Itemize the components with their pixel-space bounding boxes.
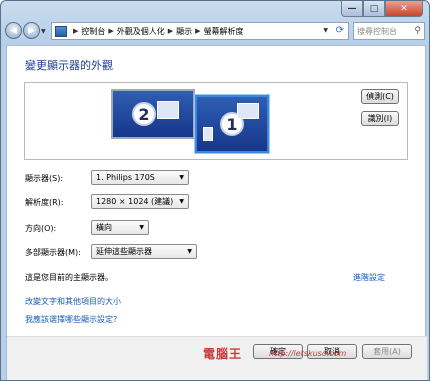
minimize-button[interactable]: — <box>341 1 363 17</box>
forward-arrow-icon[interactable]: ▶ <box>23 22 40 39</box>
search-placeholder: 搜尋控制台 <box>357 26 397 36</box>
search-input[interactable]: 搜尋控制台 ⚲ <box>353 22 425 40</box>
window-thumbnail <box>203 127 213 141</box>
window: — □ ✕ ◀ ▶ ▼ ▶ 控制台 ▶ 外觀及個人化 ▶ 顯示 ▶ 螢幕解析度 … <box>0 0 430 381</box>
chevron-right-icon: ▶ <box>195 27 201 35</box>
recent-pages-dropdown-icon[interactable]: ▼ <box>41 28 46 35</box>
chevron-down-icon: ▼ <box>179 174 184 181</box>
multi-display-select[interactable]: 延伸這些顯示器 ▼ <box>91 244 197 259</box>
resolution-label: 解析度(R): <box>25 198 64 207</box>
monitor-number: 2 <box>132 102 156 126</box>
navigation-bar: ◀ ▶ ▼ ▶ 控制台 ▶ 外觀及個人化 ▶ 顯示 ▶ 螢幕解析度 ▼ ⟳ 搜尋… <box>1 19 429 43</box>
display-select[interactable]: 1. Philips 170S ▼ <box>91 170 189 185</box>
multi-display-label: 多部顯示器(M): <box>25 248 81 257</box>
search-icon[interactable]: ⚲ <box>414 26 421 36</box>
page-title: 變更顯示器的外觀 <box>25 59 113 72</box>
monitor-2[interactable]: 2 <box>111 89 195 139</box>
text-size-link[interactable]: 改變文字和其他項目的大小 <box>25 296 121 307</box>
caption-buttons: — □ ✕ <box>341 1 423 17</box>
chevron-right-icon: ▶ <box>108 27 114 35</box>
monitor-1[interactable]: 1 <box>195 95 269 153</box>
orientation-select[interactable]: 橫向 ▼ <box>91 220 149 235</box>
detect-button[interactable]: 偵測(C) <box>361 89 399 104</box>
display-value: 1. Philips 170S <box>96 173 155 182</box>
address-dropdown-icon[interactable]: ▼ <box>323 27 328 34</box>
advanced-settings-link[interactable]: 進階設定 <box>353 272 385 283</box>
control-panel-icon <box>55 25 67 37</box>
main-content: 變更顯示器的外觀 2 1 偵測(C) 識別(I) 顯示器(S): 1. Phil… <box>6 45 427 380</box>
apply-button[interactable]: 套用(A) <box>362 344 412 359</box>
breadcrumb-item[interactable]: 外觀及個人化 <box>117 26 165 37</box>
back-arrow-icon[interactable]: ◀ <box>5 22 22 39</box>
address-bar[interactable]: ▶ 控制台 ▶ 外觀及個人化 ▶ 顯示 ▶ 螢幕解析度 ▼ ⟳ <box>51 22 349 40</box>
close-button[interactable]: ✕ <box>385 1 423 17</box>
multi-display-value: 延伸這些顯示器 <box>96 247 152 256</box>
refresh-icon[interactable]: ⟳ <box>336 25 344 36</box>
chevron-right-icon: ▶ <box>167 27 174 35</box>
maximize-button[interactable]: □ <box>363 1 385 17</box>
watermark-url: http://letskuso.com <box>269 349 347 358</box>
breadcrumb: ▶ 控制台 ▶ 外觀及個人化 ▶ 顯示 ▶ 螢幕解析度 <box>70 26 244 37</box>
chevron-right-icon: ▶ <box>73 27 79 35</box>
identify-button[interactable]: 識別(I) <box>361 111 399 126</box>
orientation-value: 橫向 <box>96 223 112 232</box>
chevron-down-icon: ▼ <box>187 248 192 255</box>
breadcrumb-item[interactable]: 控制台 <box>81 26 105 37</box>
orientation-label: 方向(O): <box>25 224 57 233</box>
display-label: 顯示器(S): <box>25 174 64 183</box>
resolution-select[interactable]: 1280 × 1024 (建議) ▼ <box>91 194 189 209</box>
breadcrumb-item[interactable]: 顯示 <box>176 26 192 37</box>
chevron-down-icon: ▼ <box>139 224 144 231</box>
window-thumbnail <box>157 101 179 119</box>
watermark-logo: 電腦王 <box>203 347 243 361</box>
main-display-text: 這是您目前的主顯示器。 <box>25 273 113 282</box>
chevron-down-icon: ▼ <box>179 198 184 205</box>
breadcrumb-item[interactable]: 螢幕解析度 <box>204 26 244 37</box>
resolution-value: 1280 × 1024 (建議) <box>96 197 174 206</box>
monitor-arrangement: 2 1 偵測(C) 識別(I) <box>24 82 408 160</box>
window-thumbnail <box>237 103 259 119</box>
which-settings-link[interactable]: 我應該選擇哪些顯示設定? <box>25 314 117 325</box>
